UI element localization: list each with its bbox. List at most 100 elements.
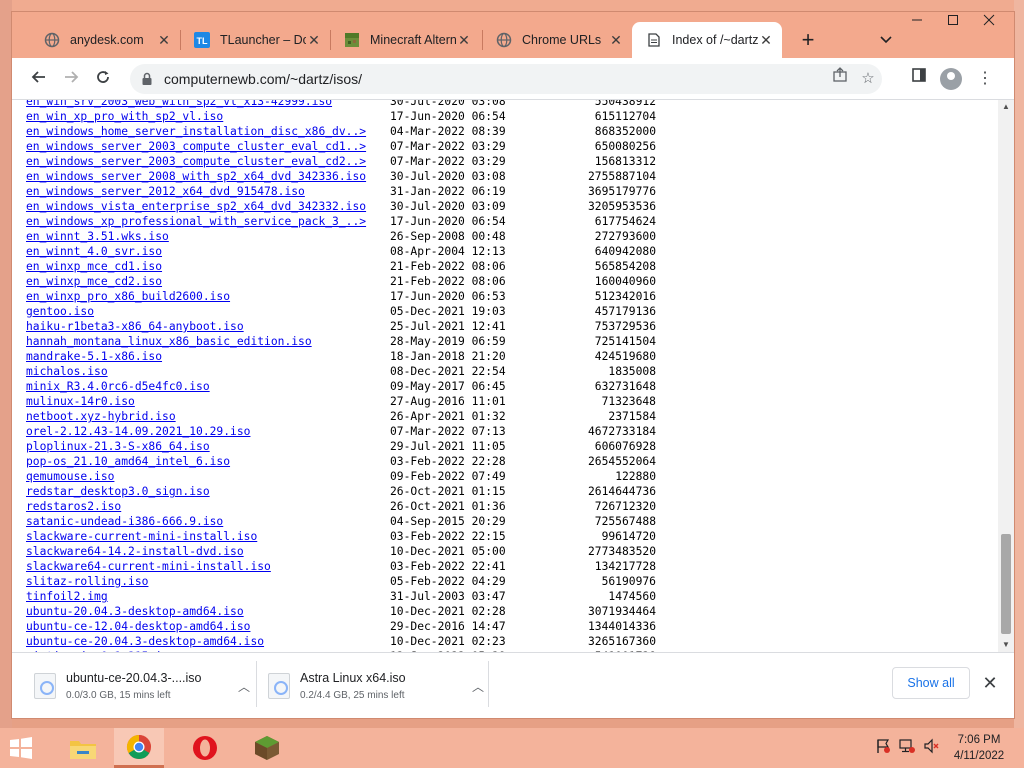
file-link[interactable]: slackware64-14.2-install-dvd.iso (26, 544, 390, 559)
file-size: 1344014336 (587, 620, 656, 633)
forward-button[interactable] (56, 64, 86, 94)
bookmark-star-icon[interactable]: ☆ (854, 65, 882, 93)
file-link[interactable]: mandrake-5.1-x86.iso (26, 349, 390, 364)
file-link[interactable]: orel-2.12.43-14.09.2021_10.29.iso (26, 424, 390, 439)
file-link[interactable]: en_winxp_mce_cd2.iso (26, 274, 390, 289)
file-link[interactable]: tinfoil2.img (26, 589, 390, 604)
file-link[interactable]: pop-os_21.10_amd64_intel_6.iso (26, 454, 390, 469)
file-link[interactable]: redstar_desktop3.0_sign.iso (26, 484, 390, 499)
close-icon[interactable]: ✕ (978, 669, 1002, 697)
file-link[interactable]: redstaros2.iso (26, 499, 390, 514)
chevron-up-icon[interactable]: ︿ (468, 678, 488, 695)
file-size: 650080256 (594, 140, 656, 153)
file-link[interactable]: slackware64-current-mini-install.iso (26, 559, 390, 574)
file-link[interactable]: en_windows_server_2003_compute_cluster_e… (26, 154, 390, 169)
share-icon[interactable] (826, 65, 854, 93)
file-size: 615112704 (594, 110, 656, 123)
file-link[interactable]: haiku-r1beta3-x86_64-anyboot.iso (26, 319, 390, 334)
file-link[interactable]: en_win_xp_pro_with_sp2_vl.iso (26, 109, 390, 124)
table-row: en_win_srv_2003_web_with_sp2_vl_x13-4299… (26, 100, 656, 109)
table-row: en_windows_vista_enterprise_sp2_x64_dvd_… (26, 199, 656, 214)
url-text[interactable]: computernewb.com/~dartz/isos/ (164, 71, 826, 87)
lock-icon[interactable] (140, 72, 154, 86)
flag-notification-icon[interactable] (874, 738, 892, 756)
show-all-button[interactable]: Show all (892, 667, 970, 699)
close-icon[interactable]: ✕ (156, 32, 172, 48)
back-button[interactable] (24, 64, 54, 94)
table-row: redstaros2.iso 26-Oct-2021 01:36 726712320 (26, 499, 656, 514)
minecraft-icon[interactable] (242, 728, 292, 768)
file-link[interactable]: ploplinux-21.3-S-x86_64.iso (26, 439, 390, 454)
close-icon[interactable]: ✕ (456, 32, 472, 48)
side-panel-icon[interactable] (904, 64, 934, 94)
vertical-scrollbar[interactable]: ▲ ▼ (998, 100, 1014, 652)
file-link[interactable]: en_winnt_4.0_svr.iso (26, 244, 390, 259)
windows-start-icon[interactable] (6, 734, 42, 762)
file-explorer-icon[interactable] (58, 728, 108, 768)
file-date: 31-Jul-2003 03:47 (390, 590, 506, 603)
system-clock[interactable]: 7:06 PM 4/11/2022 (944, 732, 1014, 764)
file-date: 18-Jan-2018 21:20 (390, 350, 506, 363)
file-date: 31-Jan-2022 06:19 (390, 185, 506, 198)
file-link[interactable]: netboot.xyz-hybrid.iso (26, 409, 390, 424)
file-link[interactable]: en_windows_home_server_installation_disc… (26, 124, 390, 139)
chrome-icon[interactable] (114, 728, 164, 768)
table-row: satanic-undead-i386-666.9.iso 04-Sep-2015… (26, 514, 656, 529)
file-link[interactable]: michalos.iso (26, 364, 390, 379)
tab-tlauncher[interactable]: TL TLauncher – Dov ✕ (180, 22, 330, 58)
file-link[interactable]: satanic-undead-i386-666.9.iso (26, 514, 390, 529)
network-icon[interactable] (898, 738, 916, 756)
file-link[interactable]: en_windows_server_2012_x64_dvd_915478.is… (26, 184, 390, 199)
file-link[interactable]: en_winxp_pro_x86_build2600.iso (26, 289, 390, 304)
opera-icon[interactable] (180, 728, 230, 768)
file-link[interactable]: slitaz-rolling.iso (26, 574, 390, 589)
close-icon[interactable]: ✕ (306, 32, 322, 48)
file-link[interactable]: gentoo.iso (26, 304, 390, 319)
tab-chrome-urls[interactable]: Chrome URLs ✕ (482, 22, 632, 58)
more-menu-icon[interactable]: ⋮ (970, 64, 1000, 94)
address-bar[interactable]: computernewb.com/~dartz/isos/ ☆ (130, 64, 882, 94)
disc-file-icon (268, 673, 290, 699)
table-row: ubuntu-ce-12.04-desktop-amd64.iso 29-Dec-… (26, 619, 656, 634)
file-link[interactable]: minix_R3.4.0rc6-d5e4fc0.iso (26, 379, 390, 394)
download-item[interactable]: ubuntu-ce-20.04.3-....iso 0.0/3.0 GB, 15… (22, 661, 254, 711)
download-item[interactable]: Astra Linux x64.iso 0.2/4.4 GB, 25 mins … (256, 661, 488, 711)
page-icon (646, 32, 662, 48)
profile-avatar-icon[interactable] (940, 68, 962, 90)
file-link[interactable]: mulinux-14r0.iso (26, 394, 390, 409)
file-link[interactable]: ubuntu-ce-12.04-desktop-amd64.iso (26, 619, 390, 634)
file-link[interactable]: en_windows_server_2008_with_sp2_x64_dvd_… (26, 169, 390, 184)
new-tab-button[interactable]: + (794, 26, 822, 54)
close-icon[interactable]: ✕ (758, 32, 774, 48)
download-name: ubuntu-ce-20.04.3-....iso (66, 671, 202, 685)
file-link[interactable]: ubuntu-20.04.3-desktop-amd64.iso (26, 604, 390, 619)
file-link[interactable]: hannah_montana_linux_x86_basic_edition.i… (26, 334, 390, 349)
file-link[interactable]: en_winnt_3.51.wks.iso (26, 229, 390, 244)
volume-muted-icon[interactable] (922, 738, 940, 756)
tab-minecraft-alternatives[interactable]: Minecraft Altern ✕ (330, 22, 480, 58)
close-window-button[interactable] (972, 12, 1006, 32)
file-size: 606076928 (594, 440, 656, 453)
tab-anydesk[interactable]: anydesk.com ✕ (30, 22, 180, 58)
tab-index-of-dartz[interactable]: Index of /~dartz ✕ (632, 22, 782, 58)
reload-button[interactable] (88, 64, 118, 94)
file-link[interactable]: ubuntu-ce-20.04.3-desktop-amd64.iso (26, 634, 390, 649)
file-date: 03-Feb-2022 22:41 (390, 560, 506, 573)
chevron-up-icon[interactable]: ︿ (234, 678, 254, 695)
file-link[interactable]: en_windows_vista_enterprise_sp2_x64_dvd_… (26, 199, 390, 214)
scroll-down-arrow-icon[interactable]: ▼ (998, 638, 1014, 652)
scroll-up-arrow-icon[interactable]: ▲ (998, 100, 1014, 114)
file-link[interactable]: en_windows_xp_professional_with_service_… (26, 214, 390, 229)
file-link[interactable]: en_winxp_mce_cd1.iso (26, 259, 390, 274)
scrollbar-thumb[interactable] (1001, 534, 1011, 634)
file-date: 17-Jun-2020 06:54 (390, 215, 506, 228)
file-date: 09-May-2017 06:45 (390, 380, 506, 393)
file-link[interactable]: qemumouse.iso (26, 469, 390, 484)
file-link[interactable]: en_windows_server_2003_compute_cluster_e… (26, 139, 390, 154)
minimize-button[interactable] (900, 12, 934, 32)
close-icon[interactable]: ✕ (608, 32, 624, 48)
chevron-down-icon[interactable] (872, 26, 900, 54)
maximize-button[interactable] (936, 12, 970, 32)
file-link[interactable]: slackware-current-mini-install.iso (26, 529, 390, 544)
file-link[interactable]: en_win_srv_2003_web_with_sp2_vl_x13-4299… (26, 100, 390, 109)
